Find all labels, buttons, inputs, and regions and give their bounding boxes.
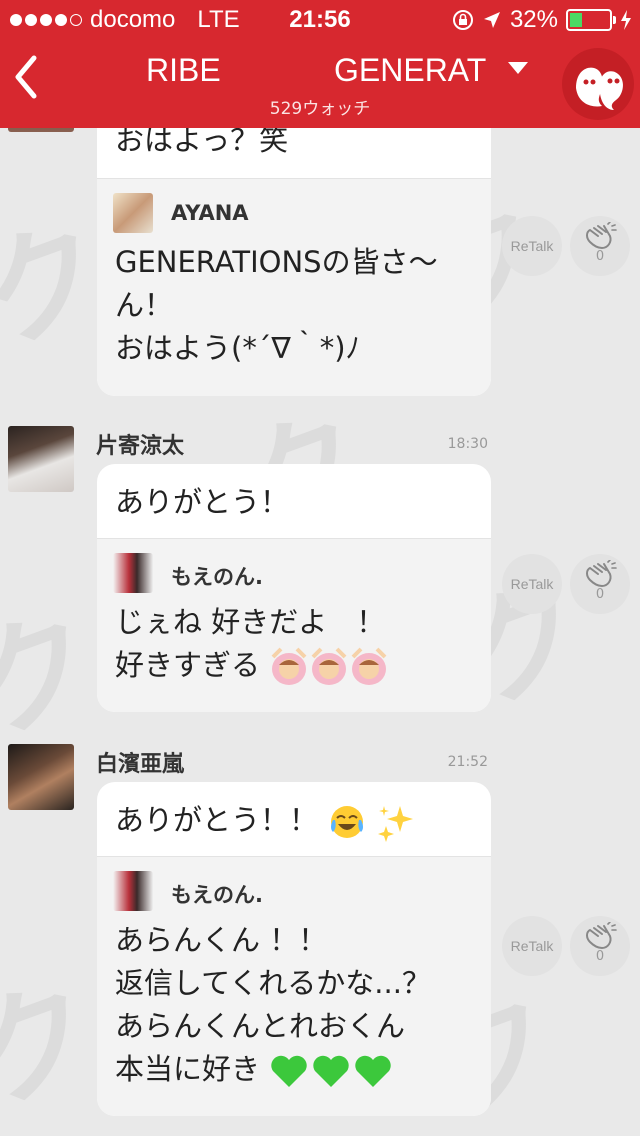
status-right: 32% (452, 6, 632, 34)
avatar[interactable] (8, 426, 74, 492)
sender-name: 片寄涼太 (96, 434, 185, 459)
reply-line: GENERATIONSの皆さ〜 (115, 245, 438, 279)
retalk-button[interactable]: ReTalk (502, 216, 562, 276)
reply-username: もえのん. (171, 565, 263, 589)
message-text: ありがとう！！ (115, 803, 319, 837)
reply-username: もえのん. (171, 883, 263, 907)
clap-count: 0 (595, 249, 605, 264)
clap-icon (586, 922, 617, 950)
reply-text: GENERATIONSの皆さ〜 ん！ おはよう(*´∇｀*)ﾉ (115, 241, 479, 370)
caret-down-icon[interactable] (508, 62, 528, 74)
reply-username: AYANA (171, 201, 249, 225)
message-time: 21:52 (447, 754, 488, 770)
message-bubble[interactable]: ありがとう！！ もえのん. あらんくん ！！ 返信してくれるかな...？ あらん… (97, 782, 491, 1116)
status-bar: docomo LTE 21:56 32% (0, 0, 640, 40)
rotation-lock-icon (452, 10, 473, 30)
channel-title-left: RIBE (146, 52, 221, 88)
reply-line: ん！ (115, 288, 174, 322)
message-text-with-emoji: ありがとう！！ (97, 782, 491, 842)
message-text: ありがとう！ (115, 485, 290, 519)
retalk-button[interactable]: ReTalk (502, 916, 562, 976)
quoted-reply[interactable]: AYANA GENERATIONSの皆さ〜 ん！ おはよう(*´∇｀*)ﾉ (97, 178, 491, 396)
clap-icon (586, 222, 617, 250)
quoted-reply[interactable]: もえのん. じぇね 好きだよ ！ 好きすぎる (97, 538, 491, 712)
reply-avatar (113, 871, 153, 911)
reply-line: おはよう(*´∇｀*)ﾉ (115, 331, 361, 365)
quoted-reply[interactable]: もえのん. あらんくん ！！ 返信してくれるかな...？ あらんくんとれおくん … (97, 856, 491, 1116)
reply-text: じぇね 好きだよ ！ 好きすぎる (115, 601, 479, 687)
clap-count: 0 (595, 949, 605, 964)
battery-percent: 32% (509, 6, 558, 33)
tears-of-joy-emoji-icon (331, 806, 364, 838)
reply-line: じぇね 好きだよ ！ (115, 605, 386, 639)
message-bubble[interactable]: おはよっ？笑 AYANA GENERATIONSの皆さ〜 ん！ おはよう(*´∇… (97, 90, 491, 396)
retalk-button[interactable]: ReTalk (502, 554, 562, 614)
header-bar: docomo LTE 21:56 32% RIBE GENERAT 529ウォッ… (0, 0, 640, 128)
sender-name: 白濱亜嵐 (96, 752, 185, 777)
clap-button[interactable]: 0 (570, 916, 630, 976)
reply-line: 返信してくれるかな...？ (115, 966, 431, 1000)
message-time: 18:30 (447, 436, 488, 452)
clap-button[interactable]: 0 (570, 554, 630, 614)
clap-button[interactable]: 0 (570, 216, 630, 276)
reply-avatar (113, 193, 153, 233)
reply-line: 好きすぎる (115, 648, 261, 682)
reply-line: 本当に好き (115, 1052, 261, 1086)
channel-title[interactable]: RIBE GENERAT (90, 52, 540, 92)
reply-text: あらんくん ！！ 返信してくれるかな...？ あらんくんとれおくん 本当に好き (115, 919, 479, 1091)
message-bubble[interactable]: ありがとう！ もえのん. じぇね 好きだよ ！ 好きすぎる (97, 464, 491, 712)
reply-avatar (113, 553, 153, 593)
clap-count: 0 (595, 587, 605, 602)
reply-line: あらんくんとれおくん (115, 1009, 406, 1043)
reply-line: あらんくん ！！ (115, 923, 328, 957)
reply-line-with-emoji: 本当に好き (115, 1048, 479, 1091)
reply-line-with-emoji: 好きすぎる (115, 644, 479, 687)
ghost-icon (576, 67, 623, 110)
charging-bolt-icon (621, 10, 631, 30)
location-arrow-icon (483, 12, 500, 28)
clap-icon (586, 560, 617, 588)
avatar[interactable] (8, 744, 74, 810)
watch-count: 529ウォッチ (269, 99, 371, 119)
sparkles-emoji-icon (378, 806, 414, 842)
battery-icon (566, 9, 616, 31)
green-heart-emoji-icon (271, 1055, 391, 1087)
ghost-button[interactable] (562, 48, 634, 120)
person-gesturing-ok-emoji-icon (271, 647, 387, 685)
channel-title-right: GENERAT (334, 52, 487, 88)
